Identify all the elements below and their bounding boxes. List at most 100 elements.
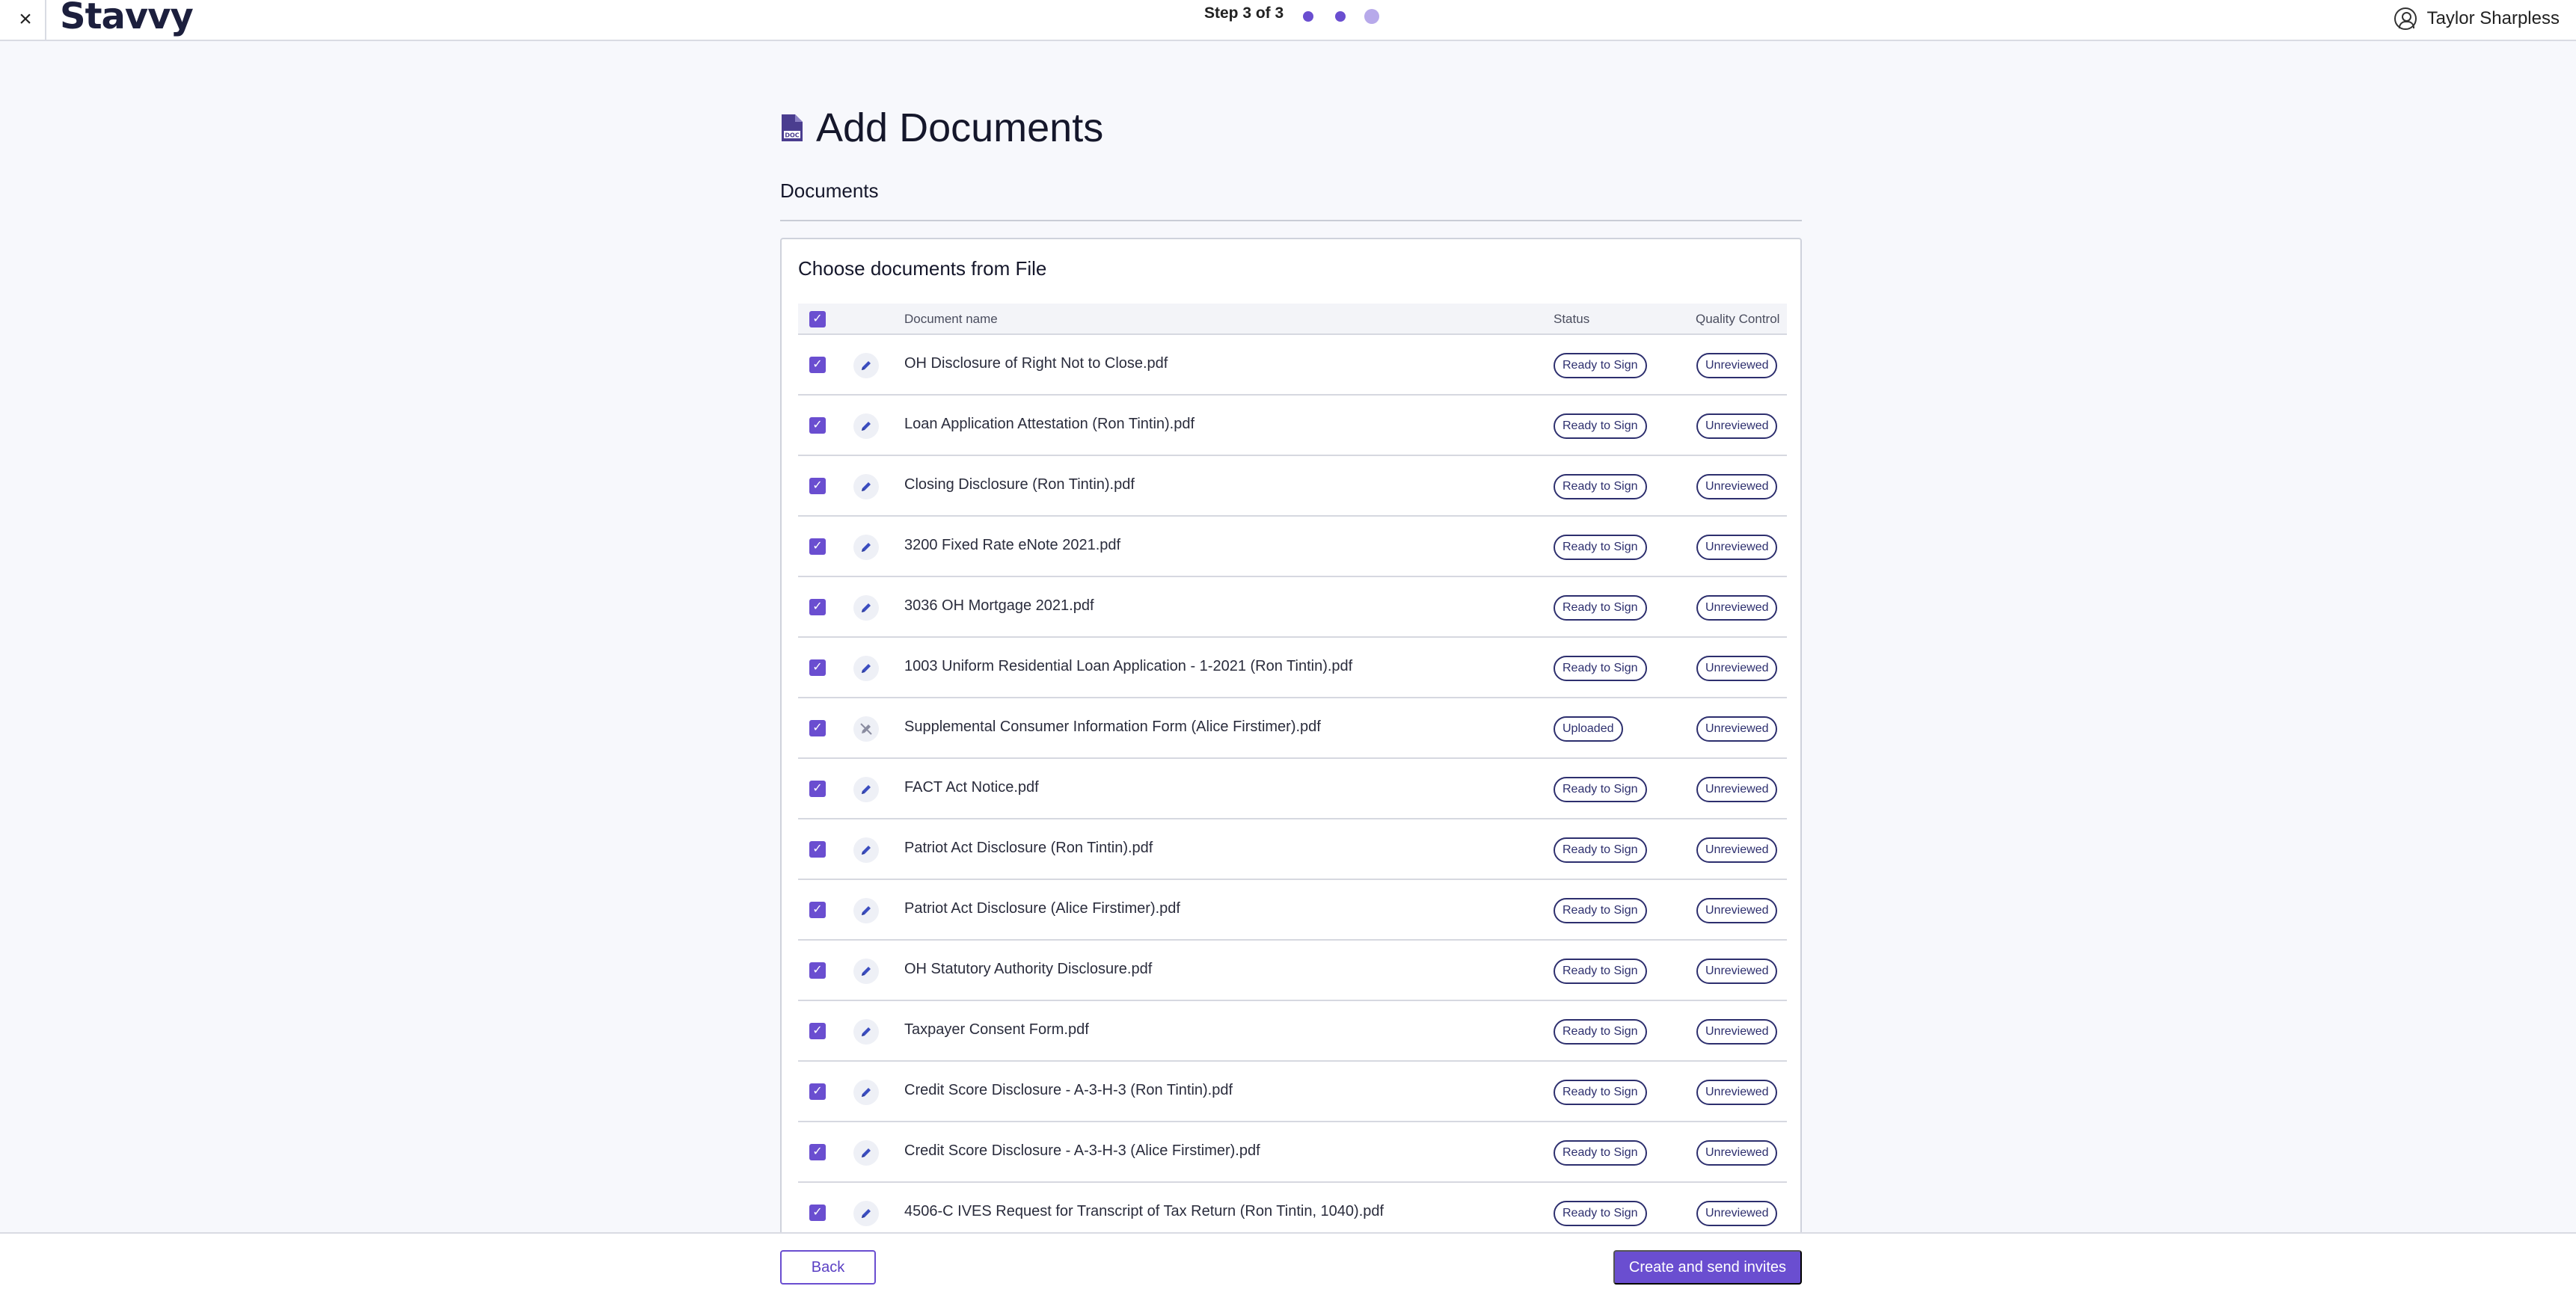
edit-document-button[interactable] (853, 777, 879, 802)
table-header: ✓ Document name Status Quality Control (798, 304, 1787, 335)
row-checkbox[interactable]: ✓ (809, 781, 826, 797)
table-row: ✓ OH Disclosure of Right Not to Close.pdf… (798, 335, 1787, 396)
table-row: ✓ Closing Disclosure (Ron Tintin).pdf Read… (798, 456, 1787, 517)
row-checkbox[interactable]: ✓ (809, 902, 826, 918)
edit-document-button[interactable] (853, 1201, 879, 1226)
stavvy-logo: Stavvy (60, 0, 194, 37)
edit-document-button[interactable] (853, 898, 879, 923)
quality-control-badge: Unreviewed (1696, 353, 1778, 378)
table-row: ✓ Credit Score Disclosure - A-3-H-3 (Alic… (798, 1122, 1787, 1183)
documents-table: ✓ Document name Status Quality Control ✓… (798, 304, 1787, 1238)
edit-document-button[interactable] (853, 474, 879, 499)
step-indicator: Step 3 of 3 (1204, 4, 1284, 22)
create-and-send-invites-button[interactable]: Create and send invites (1613, 1250, 1802, 1285)
document-name: FACT Act Notice.pdf (904, 779, 1039, 796)
edit-document-button[interactable] (853, 535, 879, 560)
header-divider (45, 0, 46, 41)
status-badge: Ready to Sign (1554, 898, 1647, 923)
document-name: Closing Disclosure (Ron Tintin).pdf (904, 476, 1135, 493)
row-checkbox[interactable]: ✓ (809, 1023, 826, 1039)
edit-document-button[interactable] (853, 595, 879, 621)
status-badge: Ready to Sign (1554, 1019, 1647, 1045)
edit-document-button[interactable] (853, 959, 879, 984)
row-checkbox[interactable]: ✓ (809, 1083, 826, 1100)
pencil-off-icon (859, 722, 873, 736)
document-name: Credit Score Disclosure - A-3-H-3 (Ron T… (904, 1082, 1233, 1098)
select-all-checkbox[interactable]: ✓ (809, 311, 826, 327)
row-checkbox[interactable]: ✓ (809, 720, 826, 736)
quality-control-badge: Unreviewed (1696, 837, 1778, 863)
quality-control-badge: Unreviewed (1696, 1080, 1778, 1105)
edit-document-button[interactable] (853, 413, 879, 439)
pencil-icon (859, 419, 873, 433)
edit-document-button[interactable] (853, 716, 879, 742)
close-button[interactable]: × (10, 4, 40, 34)
pencil-icon (859, 1146, 873, 1160)
document-name: Loan Application Attestation (Ron Tintin… (904, 416, 1195, 432)
column-header-status: Status (1554, 312, 1590, 326)
pencil-icon (859, 965, 873, 978)
edit-document-button[interactable] (853, 353, 879, 378)
step-dot-2 (1335, 11, 1346, 22)
documents-card: Choose documents from File ✓ Document na… (780, 238, 1802, 1240)
user-avatar-icon (2393, 7, 2417, 30)
card-title: Choose documents from File (798, 257, 1047, 280)
column-header-quality-control: Quality Control (1696, 312, 1780, 326)
edit-document-button[interactable] (853, 1080, 879, 1105)
quality-control-badge: Unreviewed (1696, 413, 1778, 439)
status-badge: Ready to Sign (1554, 535, 1647, 560)
row-checkbox[interactable]: ✓ (809, 357, 826, 373)
edit-document-button[interactable] (853, 1140, 879, 1166)
page-title: Add Documents (816, 105, 1104, 150)
row-checkbox[interactable]: ✓ (809, 841, 826, 858)
table-row: ✓ 4506-C IVES Request for Transcript of T… (798, 1183, 1787, 1238)
footer-bar: Back Create and send invites (0, 1232, 2576, 1292)
document-name: Supplemental Consumer Information Form (… (904, 719, 1321, 735)
quality-control-badge: Unreviewed (1696, 474, 1778, 499)
row-checkbox[interactable]: ✓ (809, 962, 826, 979)
quality-control-badge: Unreviewed (1696, 716, 1778, 742)
row-checkbox[interactable]: ✓ (809, 417, 826, 434)
quality-control-badge: Unreviewed (1696, 656, 1778, 681)
row-checkbox[interactable]: ✓ (809, 599, 826, 615)
table-row: ✓ Patriot Act Disclosure (Alice Firstimer… (798, 880, 1787, 941)
table-row: ✓ OH Statutory Authority Disclosure.pdf Re… (798, 941, 1787, 1001)
edit-document-button[interactable] (853, 837, 879, 863)
svg-text:DOC: DOC (785, 132, 799, 139)
document-name: Taxpayer Consent Form.pdf (904, 1021, 1089, 1038)
document-name: OH Statutory Authority Disclosure.pdf (904, 961, 1153, 977)
table-body: ✓ OH Disclosure of Right Not to Close.pdf… (798, 335, 1787, 1238)
pencil-icon (859, 480, 873, 493)
table-row: ✓ Taxpayer Consent Form.pdf Ready to Sign U… (798, 1001, 1787, 1062)
document-name: Credit Score Disclosure - A-3-H-3 (Alice… (904, 1142, 1260, 1159)
status-badge: Ready to Sign (1554, 1080, 1647, 1105)
pencil-icon (859, 601, 873, 615)
edit-document-button[interactable] (853, 656, 879, 681)
quality-control-badge: Unreviewed (1696, 959, 1778, 984)
document-name: 4506-C IVES Request for Transcript of Ta… (904, 1203, 1384, 1219)
step-dot-1 (1303, 11, 1313, 22)
status-badge: Ready to Sign (1554, 474, 1647, 499)
pencil-icon (859, 1086, 873, 1099)
table-row: ✓ Credit Score Disclosure - A-3-H-3 (Ron … (798, 1062, 1787, 1122)
document-name: 3036 OH Mortgage 2021.pdf (904, 597, 1094, 614)
step-dot-3-current (1364, 9, 1379, 24)
edit-document-button[interactable] (853, 1019, 879, 1045)
table-row: ✓ FACT Act Notice.pdf Ready to Sign Unrevie… (798, 759, 1787, 819)
table-row: ✓ 1003 Uniform Residential Loan Applicati… (798, 638, 1787, 698)
row-checkbox[interactable]: ✓ (809, 538, 826, 555)
back-button[interactable]: Back (780, 1250, 876, 1285)
quality-control-badge: Unreviewed (1696, 1019, 1778, 1045)
pencil-icon (859, 904, 873, 917)
document-name: OH Disclosure of Right Not to Close.pdf (904, 355, 1168, 372)
user-menu[interactable]: Taylor Sharpless (2393, 7, 2560, 30)
row-checkbox[interactable]: ✓ (809, 1144, 826, 1160)
row-checkbox[interactable]: ✓ (809, 478, 826, 494)
row-checkbox[interactable]: ✓ (809, 1205, 826, 1221)
row-checkbox[interactable]: ✓ (809, 659, 826, 676)
quality-control-badge: Unreviewed (1696, 777, 1778, 802)
table-row: ✓ 3200 Fixed Rate eNote 2021.pdf Ready to … (798, 517, 1787, 577)
status-badge: Ready to Sign (1554, 595, 1647, 621)
table-row: ✓ Patriot Act Disclosure (Ron Tintin).pdf… (798, 819, 1787, 880)
pencil-icon (859, 359, 873, 372)
